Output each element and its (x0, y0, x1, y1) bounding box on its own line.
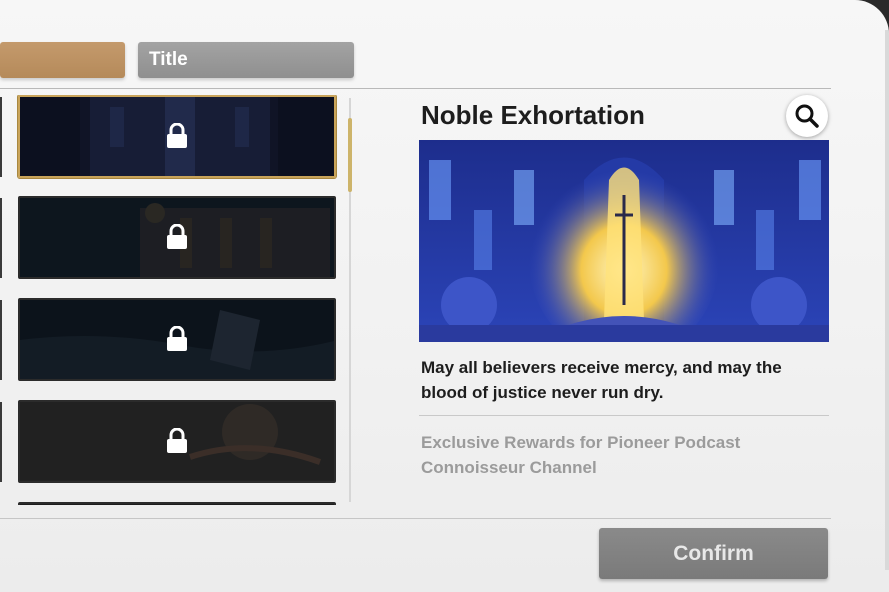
detail-title: Noble Exhortation (421, 100, 645, 130)
edge-marker (0, 402, 2, 482)
title-selection-panel: Title Noble Exhortation May all believer… (0, 0, 889, 592)
card-artwork (20, 504, 334, 505)
edge-marker (0, 97, 2, 177)
detail-divider (419, 415, 829, 416)
zoom-button[interactable] (786, 95, 828, 137)
top-divider (0, 88, 831, 89)
title-card[interactable] (18, 400, 336, 483)
acquisition-source: Exclusive Rewards for Pioneer Podcast Co… (421, 433, 741, 477)
lock-icon (167, 123, 187, 148)
title-card[interactable] (18, 502, 336, 505)
confirm-button[interactable]: Confirm (599, 528, 828, 579)
lock-icon (167, 224, 187, 249)
tab-active[interactable] (0, 42, 125, 78)
list-scrollbar-thumb[interactable] (348, 118, 352, 192)
magnifier-icon (795, 104, 819, 128)
lock-icon (167, 326, 187, 351)
title-card[interactable] (18, 196, 336, 279)
title-artwork (419, 140, 829, 342)
edge-marker (0, 198, 2, 278)
tab-title[interactable]: Title (138, 42, 354, 78)
bottom-divider (0, 518, 831, 519)
edge-marker (0, 300, 2, 380)
lock-icon (167, 428, 187, 453)
title-card-selected[interactable] (18, 95, 336, 178)
title-card[interactable] (18, 298, 336, 381)
title-card-list[interactable] (0, 95, 345, 505)
title-quote: May all believers receive mercy, and may… (421, 358, 782, 402)
